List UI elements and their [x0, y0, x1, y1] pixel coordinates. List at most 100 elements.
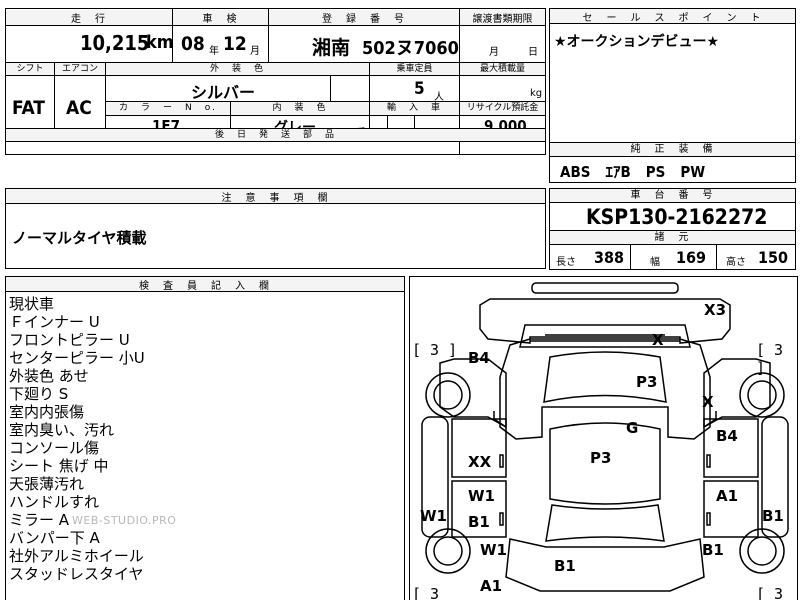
bracket-right-bottom: [ 3 ] [756, 585, 784, 600]
note-line: フロントピラー U [9, 331, 130, 349]
note-line: 室内内張傷 [9, 403, 85, 421]
mark-g: G [626, 419, 639, 437]
note-line: 下廻り S [9, 385, 69, 403]
note-line: 外装色 あせ [9, 367, 89, 385]
mark-b1-rear: B1 [554, 557, 576, 575]
capacity-value: 5 [414, 79, 425, 99]
inspection-header: 車 検 [173, 10, 268, 25]
bracket-left-bottom: [ 3 [412, 585, 440, 600]
watermark: WEB-STUDIO.PRO [72, 514, 177, 527]
chassis-header: 車 台 番 号 [550, 189, 795, 203]
exterior-color-value: シルバー [191, 83, 256, 102]
sales-point-header: セ ー ル ス ポ イ ン ト [550, 9, 795, 24]
year-unit: 年 [209, 46, 219, 57]
mark-b4-right: B4 [716, 427, 738, 445]
color-no-header: カ ラ ー N o. [106, 102, 230, 115]
max-load-header: 最大積載量 [460, 63, 545, 75]
mileage-header: 走 行 [6, 10, 172, 25]
height-label: 高さ [726, 257, 746, 268]
wheel-front-left [425, 372, 471, 418]
inspection-year: 08 [181, 33, 205, 55]
front-panel-outline [479, 298, 731, 344]
aircon-header: エアコン [55, 63, 105, 75]
inspector-header: 検 査 員 記 入 欄 [6, 277, 404, 292]
sales-point-box: セ ー ル ス ポ イ ン ト ★オークションデビュー★ [549, 8, 796, 143]
width-value: 169 [676, 248, 707, 267]
car-outline-diagram [421, 282, 789, 592]
inspector-notes-list: 現状車 Ｆインナー U フロントピラー U センターピラー 小U 外装色 あせ … [9, 295, 145, 583]
equipment-header: 純 正 装 備 [550, 143, 795, 157]
mark-x3: X3 [704, 301, 727, 319]
wheel-rear-left [425, 528, 471, 574]
note-line: ハンドルすれ [9, 493, 100, 511]
mark-a1-rear: A1 [480, 577, 503, 595]
note-line: 天張薄汚れ [9, 475, 85, 493]
transfer-day-unit: 日 [528, 47, 538, 58]
rear-body-outline [505, 538, 705, 592]
height-value: 150 [758, 248, 789, 267]
transfer-month-unit: 月 [489, 47, 499, 58]
specs-header: 諸 元 [550, 231, 795, 245]
mark-a1-right: A1 [716, 487, 739, 505]
grille-outline [519, 324, 691, 348]
recycle-header: リサイクル預託金 [460, 102, 545, 115]
max-load-unit: kg [530, 88, 543, 99]
import-header: 輸 入 車 [370, 102, 459, 115]
wheel-rear-right [739, 528, 785, 574]
front-bumper-strip [531, 282, 679, 294]
bracket-left-top: [ 3 ] [412, 341, 458, 359]
plate-number: 502ヌ7060 [362, 38, 459, 59]
mark-w1-left-rear: W1 [480, 541, 507, 559]
wheel-front-right [739, 372, 785, 418]
registration-header: 登 録 番 号 [269, 10, 459, 25]
inspector-notes-box: 検 査 員 記 入 欄 現状車 Ｆインナー U フロントピラー U センターピラ… [5, 276, 405, 600]
note-line: バンパー下 A [9, 529, 100, 547]
mark-w1-left-door: W1 [468, 487, 495, 505]
mark-b1-left-door: B1 [468, 513, 490, 531]
bracket-right-top: [ 3 ] [756, 341, 784, 377]
month-unit: 月 [250, 46, 260, 57]
caution-box: 注 意 事 項 欄 ノーマルタイヤ積載 [5, 188, 546, 269]
transfer-doc-header: 譲渡書類期限 [460, 10, 545, 25]
mark-p3-roof: P3 [590, 449, 612, 467]
note-line: コンソール傷 [9, 439, 100, 457]
note-line: シート 焦げ 中 [9, 457, 109, 475]
exterior-color-header: 外 装 色 [106, 63, 369, 75]
rear-window-outline [545, 504, 665, 542]
mark-x-right: X [702, 393, 714, 411]
plate-region: 湘南 [312, 37, 351, 59]
mileage-unit: km [146, 32, 174, 53]
length-label: 長さ [556, 257, 576, 268]
note-line: スタッドレスタイヤ [9, 565, 144, 583]
caution-header: 注 意 事 項 欄 [6, 189, 545, 204]
inspection-month: 12 [223, 33, 247, 55]
note-line: 現状車 [9, 295, 55, 313]
hood-outline [499, 338, 711, 440]
chassis-value: KSP130-2162272 [586, 205, 768, 229]
capacity-header: 乗車定員 [370, 63, 459, 75]
mark-x-hood: X [652, 331, 664, 349]
note-line: センターピラー 小U [9, 349, 145, 367]
sales-point-text: ★オークションデビュー★ [554, 34, 720, 50]
mileage-value: 10,215 [80, 31, 150, 55]
equipment-text: ABS ｴｱB PS PW [560, 163, 706, 181]
mark-w1-left: W1 [420, 507, 447, 525]
aircon-value: AC [66, 97, 92, 119]
mark-b1-right-rear: B1 [702, 541, 724, 559]
later-parts-header: 後 日 発 送 部 品 [6, 129, 545, 141]
shift-header: シフト [6, 63, 54, 75]
equipment-box: 純 正 装 備 ABS ｴｱB PS PW [549, 142, 796, 183]
length-value: 388 [594, 248, 625, 267]
vehicle-details-grid: 走 行 車 検 登 録 番 号 譲渡書類期限 10,215 km 08 年 12… [5, 8, 546, 155]
shift-value: FAT [12, 97, 45, 119]
width-label: 幅 [650, 257, 660, 268]
mark-b1-right: B1 [762, 507, 784, 525]
chassis-box: 車 台 番 号 KSP130-2162272 諸 元 長さ 388 幅 169 … [549, 188, 796, 270]
mark-b4-left: B4 [468, 349, 490, 367]
mark-p3-hood: P3 [636, 373, 658, 391]
caution-text: ノーマルタイヤ積載 [12, 229, 147, 247]
car-diagram-box: [ 3 ] [ 3 ] [ 3 [ 3 ] X3 X B4 P3 X G B4 … [409, 276, 798, 600]
note-line: 社外アルミホイール [9, 547, 144, 565]
note-line: Ｆインナー U [9, 313, 100, 331]
interior-color-header: 内 装 色 [231, 102, 369, 115]
